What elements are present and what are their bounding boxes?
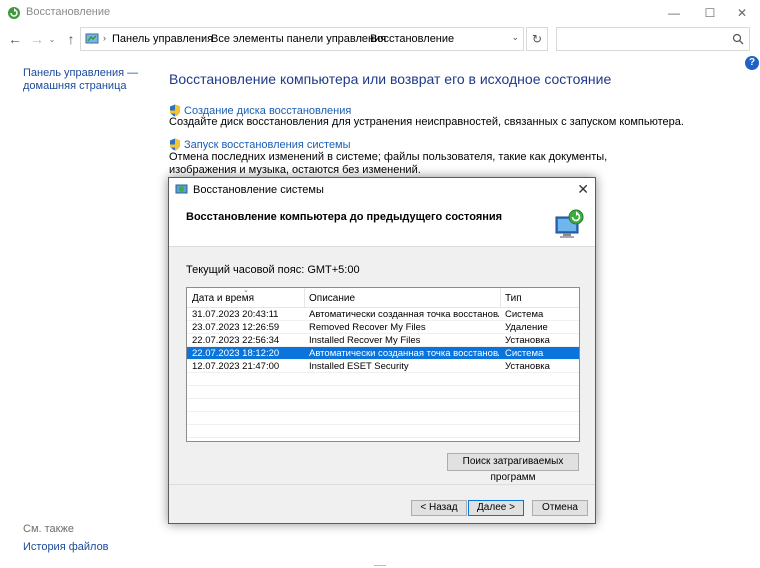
- maximize-button[interactable]: ☐: [692, 0, 728, 25]
- breadcrumb-separator: ›: [103, 33, 106, 43]
- row-date: 22.07.2023 18:12:20: [192, 348, 280, 359]
- search-input[interactable]: [556, 27, 750, 51]
- restore-points-list[interactable]: ⌄ Дата и время Описание Тип 31.07.2023 2…: [186, 287, 580, 442]
- navigation-bar: ← → ⌄ ↑ › Панель управления › Все элемен…: [0, 25, 760, 53]
- create-recovery-drive-label: Создание диска восстановления: [184, 104, 352, 117]
- column-header-date[interactable]: Дата и время: [192, 293, 254, 304]
- row-type: Система: [505, 348, 544, 359]
- restore-point-row-selected[interactable]: 22.07.2023 18:12:20 Автоматически создан…: [187, 347, 579, 360]
- column-header-type[interactable]: Тип: [505, 293, 522, 304]
- system-restore-dialog: Восстановление системы ✕ Восстановление …: [168, 177, 596, 524]
- row-description: Автоматически созданная точка восстановл…: [309, 348, 499, 359]
- up-arrow-icon[interactable]: ↑: [62, 29, 80, 49]
- timezone-label: Текущий часовой пояс: GMT+5:00: [186, 264, 360, 276]
- resize-grip-icon: [374, 565, 386, 566]
- minimize-button[interactable]: —: [656, 0, 692, 25]
- restore-point-row[interactable]: 31.07.2023 20:43:11 Автоматически создан…: [187, 308, 579, 321]
- empty-row: [187, 373, 579, 386]
- row-type: Установка: [505, 335, 550, 346]
- search-icon[interactable]: [732, 33, 744, 45]
- breadcrumb-all-items[interactable]: Все элементы панели управления: [211, 33, 386, 45]
- empty-row: [187, 425, 579, 438]
- computer-restore-icon: [555, 209, 584, 238]
- row-date: 31.07.2023 20:43:11: [192, 309, 279, 320]
- row-description: Removed Recover My Files: [309, 322, 426, 333]
- control-panel-home-link[interactable]: Панель управления — домашняя страница: [23, 67, 163, 93]
- recovery-drive-description: Создайте диск восстановления для устране…: [169, 116, 684, 128]
- back-button[interactable]: < Назад: [411, 500, 467, 516]
- page-title: Восстановление компьютера или возврат ег…: [169, 71, 612, 87]
- dialog-title-bar: Восстановление системы ✕: [169, 178, 595, 201]
- cancel-button[interactable]: Отмена: [532, 500, 588, 516]
- restore-point-row[interactable]: 12.07.2023 21:47:00 Installed ESET Secur…: [187, 360, 579, 373]
- breadcrumb-control-panel[interactable]: Панель управления: [112, 33, 213, 45]
- recent-locations-chevron-icon[interactable]: ⌄: [46, 29, 58, 49]
- back-arrow-icon[interactable]: ←: [6, 29, 24, 49]
- restore-point-row[interactable]: 22.07.2023 22:56:34 Installed Recover My…: [187, 334, 579, 347]
- row-type: Система: [505, 309, 544, 320]
- row-type: Установка: [505, 361, 550, 372]
- column-divider[interactable]: [304, 288, 305, 308]
- row-description: Installed ESET Security: [309, 361, 409, 372]
- see-also-label: См. также: [23, 523, 74, 535]
- row-date: 12.07.2023 21:47:00: [192, 361, 280, 372]
- empty-row: [187, 386, 579, 399]
- row-date: 23.07.2023 12:26:59: [192, 322, 280, 333]
- restore-point-row[interactable]: 23.07.2023 12:26:59 Removed Recover My F…: [187, 321, 579, 334]
- file-history-link[interactable]: История файлов: [23, 541, 109, 553]
- empty-row: [187, 412, 579, 425]
- dialog-title: Восстановление системы: [193, 184, 324, 196]
- breadcrumb-recovery[interactable]: Восстановление: [370, 33, 454, 45]
- dialog-close-icon[interactable]: ✕: [577, 181, 589, 198]
- forward-arrow-icon[interactable]: →: [28, 29, 46, 49]
- next-button[interactable]: Далее >: [468, 500, 524, 516]
- breadcrumb-separator: ›: [361, 33, 364, 43]
- column-divider[interactable]: [500, 288, 501, 308]
- uac-shield-icon: [170, 138, 180, 151]
- row-date: 22.07.2023 22:56:34: [192, 335, 280, 346]
- address-dropdown-chevron-icon[interactable]: ⌄: [511, 32, 519, 43]
- row-description: Installed Recover My Files: [309, 335, 421, 346]
- open-system-restore-label: Запуск восстановления системы: [184, 138, 351, 151]
- scan-affected-programs-button[interactable]: Поиск затрагиваемых программ: [447, 453, 579, 483]
- address-bar[interactable]: › Панель управления › Все элементы панел…: [80, 27, 524, 51]
- breadcrumb-separator: ›: [202, 33, 205, 43]
- window-title: Восстановление: [26, 6, 111, 18]
- window-title-bar: Восстановление — ☐ ✕: [0, 0, 760, 25]
- recovery-app-icon: [8, 7, 20, 19]
- control-panel-icon: [85, 33, 99, 44]
- empty-row: [187, 399, 579, 412]
- dialog-footer-divider: [169, 484, 595, 485]
- help-icon[interactable]: ?: [745, 56, 759, 70]
- home-link-line1: Панель управления —: [23, 67, 139, 79]
- system-restore-description: Отмена последних изменений в системе; фа…: [169, 151, 608, 176]
- open-system-restore-link[interactable]: Запуск восстановления системы: [169, 138, 351, 151]
- column-header-description[interactable]: Описание: [309, 293, 355, 304]
- system-restore-icon: [175, 184, 188, 194]
- dialog-heading: Восстановление компьютера до предыдущего…: [186, 211, 503, 223]
- row-type: Удаление: [505, 322, 548, 333]
- close-button[interactable]: ✕: [724, 0, 760, 25]
- row-description: Автоматически созданная точка восстановл…: [309, 309, 499, 320]
- home-link-line2: домашняя страница: [23, 80, 127, 92]
- dialog-header: Восстановление компьютера до предыдущего…: [169, 201, 595, 247]
- list-header: ⌄ Дата и время Описание Тип: [187, 288, 579, 308]
- refresh-icon[interactable]: ↻: [526, 27, 548, 51]
